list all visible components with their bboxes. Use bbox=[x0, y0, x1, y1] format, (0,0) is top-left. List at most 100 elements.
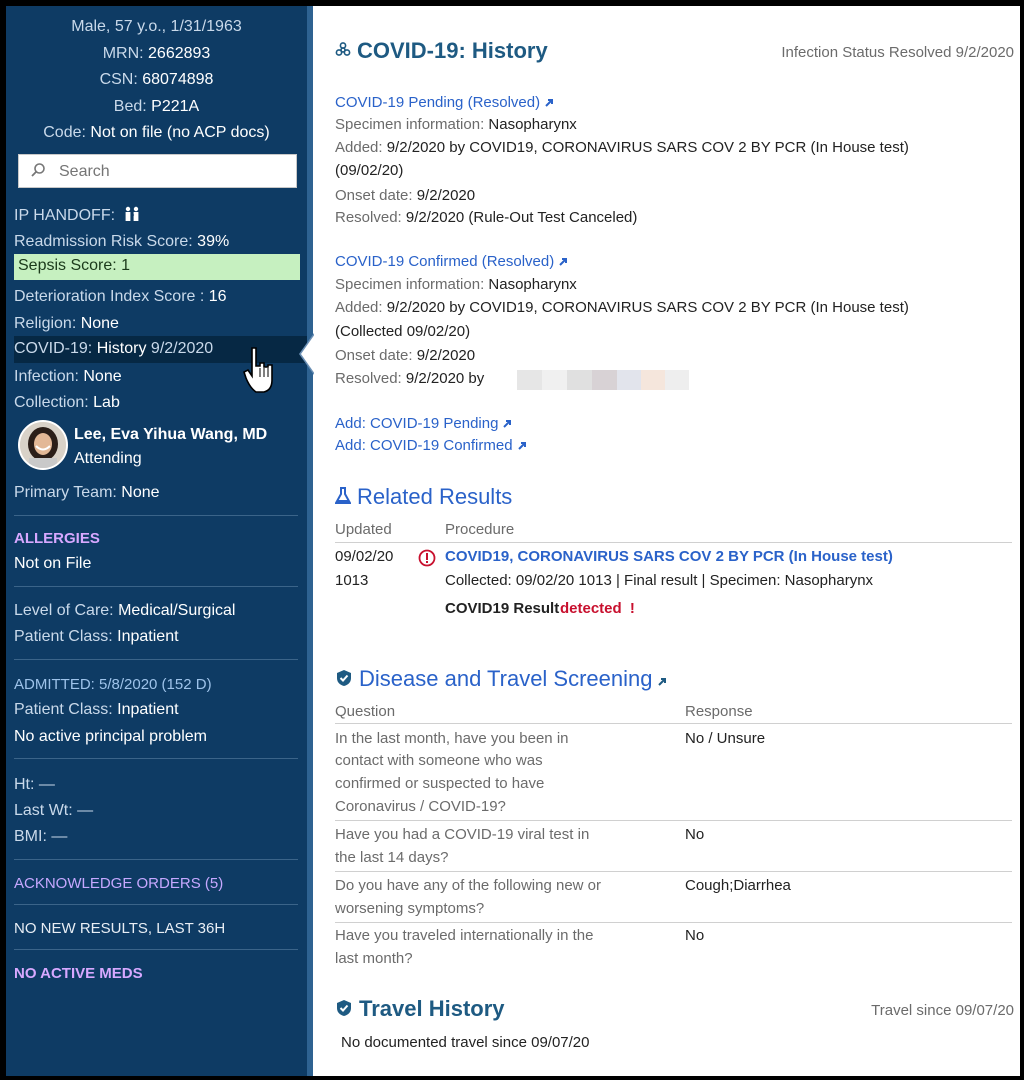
provider-avatar[interactable] bbox=[18, 420, 68, 470]
no-new-results[interactable]: NO NEW RESULTS, LAST 36H bbox=[14, 920, 225, 937]
sepsis-score[interactable]: Sepsis Score: 1 bbox=[14, 254, 300, 280]
admitted-header[interactable]: ADMITTED: 5/8/2020 (152 D) bbox=[14, 676, 212, 693]
pending-specimen: Specimen information: Nasopharynx bbox=[335, 116, 577, 133]
patient-demographics: Male, 57 y.o., 1/31/1963 bbox=[71, 18, 242, 35]
result-value: detected ! bbox=[560, 600, 635, 617]
covid-history-panel: COVID-19: History Infection Status Resol… bbox=[299, 6, 1020, 1076]
confirmed-resolved: Resolved: 9/2/2020 by bbox=[335, 370, 485, 387]
table-rule bbox=[335, 542, 1012, 543]
question-text: confirmed or suspected to have bbox=[335, 775, 545, 792]
provider-photo bbox=[20, 422, 66, 468]
col-updated: Updated bbox=[335, 521, 392, 538]
no-documented-travel: No documented travel since 09/07/20 bbox=[341, 1034, 590, 1051]
related-results-title: Related Results bbox=[334, 484, 512, 510]
table-rule bbox=[335, 723, 1012, 724]
patient-csn: CSN: 68074898 bbox=[99, 71, 214, 88]
biohazard-icon bbox=[335, 42, 351, 56]
app-window: Male, 57 y.o., 1/31/1963 MRN: 2662893 CS… bbox=[6, 6, 1020, 1076]
col-response: Response bbox=[685, 703, 753, 720]
height: Ht: — bbox=[14, 776, 55, 793]
shield-check-icon bbox=[337, 670, 351, 686]
result-time: 1013 bbox=[335, 572, 369, 589]
divider bbox=[14, 859, 298, 860]
divider bbox=[14, 586, 298, 587]
response-text: Cough;Diarrhea bbox=[685, 877, 791, 894]
response-text: No bbox=[685, 927, 705, 944]
abnormal-alert-icon bbox=[418, 549, 436, 567]
patient-mrn: MRN: 2662893 bbox=[102, 45, 211, 62]
question-text: Do you have any of the following new or bbox=[335, 877, 601, 894]
col-question: Question bbox=[335, 703, 396, 720]
result-component: COVID19 Result bbox=[445, 600, 560, 617]
level-of-care: Level of Care: Medical/Surgical bbox=[14, 602, 236, 619]
no-active-meds[interactable]: NO ACTIVE MEDS bbox=[14, 965, 143, 982]
readmission-risk-score[interactable]: Readmission Risk Score: 39% bbox=[14, 233, 304, 251]
question-text: Have you had a COVID-19 viral test in bbox=[335, 826, 590, 843]
row-rule bbox=[335, 820, 1012, 821]
patient-class-admission: Patient Class: Inpatient bbox=[14, 701, 179, 718]
covid-history-title: COVID-19: History bbox=[335, 38, 548, 64]
ip-handoff-label: IP HANDOFF: bbox=[14, 207, 116, 224]
divider bbox=[14, 904, 298, 905]
shield-check-icon bbox=[337, 1000, 351, 1016]
external-link-icon bbox=[657, 678, 666, 686]
question-text: contact with someone who was bbox=[335, 752, 543, 769]
pending-onset: Onset date: 9/2/2020 bbox=[335, 187, 476, 204]
travel-history-title: Travel History bbox=[335, 996, 505, 1022]
pending-resolved: Resolved: 9/2/2020 (Rule-Out Test Cancel… bbox=[335, 209, 638, 226]
add-covid-confirmed-link[interactable]: Add: COVID-19 Confirmed bbox=[335, 437, 527, 454]
response-text: No / Unsure bbox=[685, 730, 766, 747]
travel-since: Travel since 09/07/20 bbox=[871, 1002, 1014, 1019]
question-text: worsening symptoms? bbox=[335, 900, 485, 917]
col-procedure: Procedure bbox=[445, 521, 515, 538]
row-rule bbox=[335, 922, 1012, 923]
external-link-icon bbox=[517, 442, 526, 450]
external-link-icon bbox=[545, 99, 554, 107]
panel-pointer-fill bbox=[301, 334, 315, 374]
last-weight: Last Wt: — bbox=[14, 802, 94, 819]
external-link-icon bbox=[559, 258, 568, 266]
handoff-icon[interactable] bbox=[124, 206, 140, 222]
hand-cursor-icon bbox=[243, 347, 273, 393]
add-covid-pending-link[interactable]: Add: COVID-19 Pending bbox=[335, 415, 512, 432]
result-procedure-link[interactable]: COVID19, CORONAVIRUS SARS COV 2 BY PCR (… bbox=[445, 548, 893, 565]
question-text: Coronavirus / COVID-19? bbox=[335, 798, 506, 815]
flask-icon bbox=[334, 487, 352, 504]
principal-problem[interactable]: No active principal problem bbox=[14, 728, 304, 746]
result-date: 09/02/20 bbox=[335, 548, 394, 565]
pending-added: Added: 9/2/2020 by COVID19, CORONAVIRUS … bbox=[335, 139, 909, 156]
ip-handoff[interactable]: IP HANDOFF: bbox=[14, 206, 304, 225]
row-rule bbox=[335, 871, 1012, 872]
search-input[interactable] bbox=[57, 161, 291, 183]
redacted-name bbox=[517, 370, 689, 390]
divider bbox=[14, 659, 298, 660]
pending-added-cont: (09/02/20) bbox=[335, 162, 404, 179]
patient-class: Patient Class: Inpatient bbox=[14, 628, 179, 645]
result-details: Collected: 09/02/20 1013 | Final result … bbox=[445, 572, 874, 589]
search-icon bbox=[31, 163, 45, 177]
confirmed-added: Added: 9/2/2020 by COVID19, CORONAVIRUS … bbox=[335, 299, 909, 316]
code-status[interactable]: Code: Not on file (no ACP docs) bbox=[6, 124, 307, 142]
acknowledge-orders-link[interactable]: ACKNOWLEDGE ORDERS (5) bbox=[14, 875, 223, 892]
question-text: Have you traveled internationally in the bbox=[335, 927, 594, 944]
question-text: the last 14 days? bbox=[335, 849, 449, 866]
confirmed-onset: Onset date: 9/2/2020 bbox=[335, 347, 476, 364]
confirmed-specimen: Specimen information: Nasopharynx bbox=[335, 276, 577, 293]
bmi: BMI: — bbox=[14, 828, 68, 845]
divider bbox=[14, 949, 298, 950]
covid-confirmed-link[interactable]: COVID-19 Confirmed (Resolved) bbox=[335, 253, 568, 270]
question-text: In the last month, have you been in bbox=[335, 730, 569, 747]
screening-title[interactable]: Disease and Travel Screening bbox=[335, 666, 667, 692]
covid-pending-link[interactable]: COVID-19 Pending (Resolved) bbox=[335, 94, 554, 111]
deterioration-index-score[interactable]: Deterioration Index Score : 16 bbox=[14, 288, 304, 306]
patient-sidebar: Male, 57 y.o., 1/31/1963 MRN: 2662893 CS… bbox=[6, 6, 313, 1076]
allergies-header[interactable]: ALLERGIES bbox=[14, 530, 100, 547]
search-box[interactable] bbox=[18, 154, 297, 188]
allergies-value: Not on File bbox=[14, 555, 92, 572]
primary-team[interactable]: Primary Team: None bbox=[14, 484, 304, 502]
divider bbox=[14, 758, 298, 759]
external-link-icon bbox=[503, 420, 512, 428]
patient-bed: Bed: P221A bbox=[113, 98, 200, 115]
infection-status-resolved: Infection Status Resolved 9/2/2020 bbox=[781, 44, 1014, 61]
religion: Religion: None bbox=[14, 315, 119, 332]
